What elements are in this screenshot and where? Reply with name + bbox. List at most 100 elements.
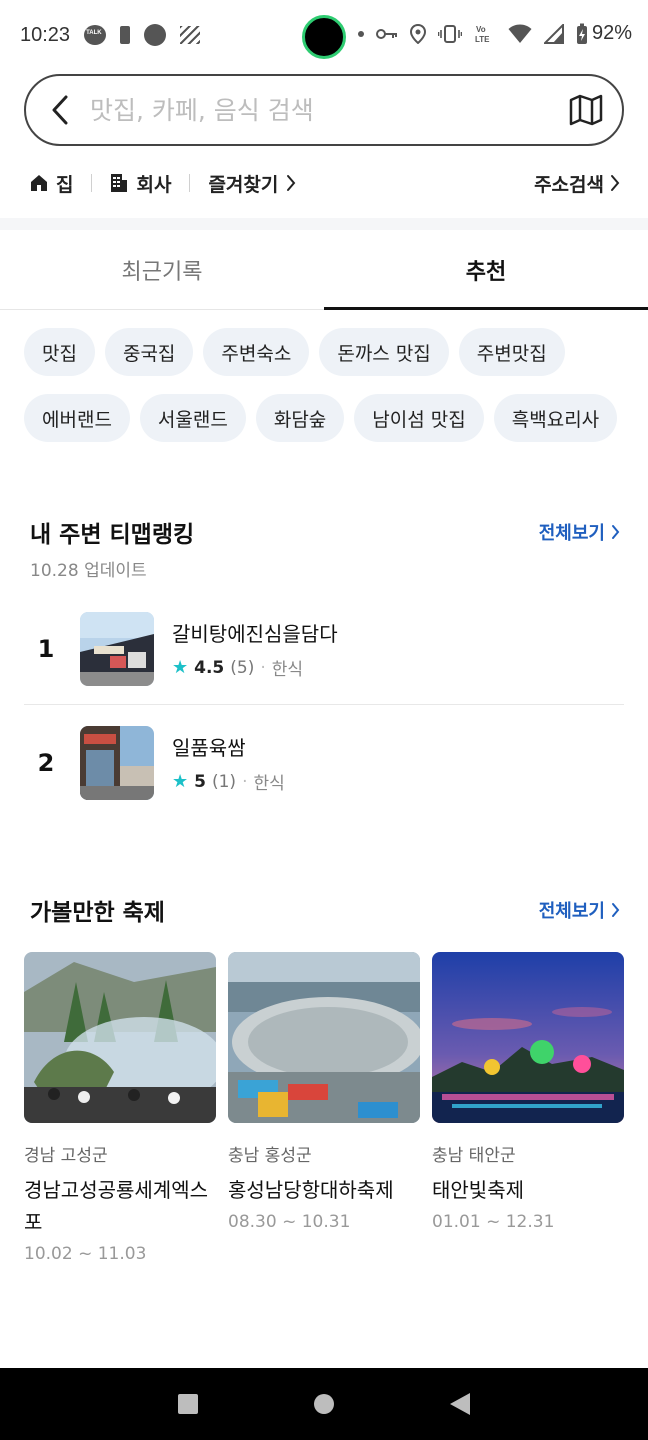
chevron-right-icon: [612, 903, 620, 917]
chevron-left-icon: [52, 95, 68, 125]
rating-value: 5: [194, 771, 206, 792]
star-icon: ★: [172, 771, 189, 792]
favorites-link[interactable]: 즐겨찾기: [208, 170, 296, 197]
chevron-right-icon: [611, 175, 620, 191]
restaurant-thumbnail: [80, 726, 154, 800]
search-input[interactable]: [90, 95, 568, 125]
vibrate-icon: [437, 24, 462, 43]
work-shortcut[interactable]: 회사: [110, 170, 171, 197]
notification-circle-icon: [144, 24, 167, 46]
recent-apps-button[interactable]: [168, 1384, 208, 1424]
status-time: 10:23: [20, 23, 71, 46]
tab-bar: 최근기록 추천: [0, 230, 648, 310]
festival-card[interactable]: 충남 태안군 태안빛축제 01.01 ~ 12.31: [432, 952, 624, 1232]
see-all-label: 전체보기: [538, 901, 605, 922]
keyword-chip[interactable]: 중국집: [104, 328, 194, 376]
festival-region: 충남 홍성군: [228, 1146, 312, 1166]
system-navigation-bar: [0, 1368, 648, 1440]
svg-text:LTE: LTE: [475, 35, 490, 44]
restaurant-name: 갈비탕에진심을담다: [172, 622, 338, 646]
wifi-icon: [508, 24, 532, 43]
festival-image: [24, 952, 216, 1123]
tab-recent[interactable]: 최근기록: [0, 230, 324, 309]
keyword-chip[interactable]: 서울랜드: [139, 394, 246, 442]
square-icon: [178, 1394, 198, 1414]
status-bar: 10:23 VoLTE 92%: [0, 0, 648, 70]
volte-icon: VoLTE: [475, 25, 490, 44]
map-button[interactable]: [568, 92, 604, 128]
restaurant-category: 한식: [253, 774, 285, 794]
ranking-see-all-link[interactable]: 전체보기: [539, 519, 620, 545]
no-signal-icon: [180, 26, 201, 44]
keyword-chip[interactable]: 맛집: [24, 328, 95, 376]
work-label: 회사: [136, 173, 172, 196]
separator: [91, 174, 93, 192]
rating-value: 4.5: [194, 657, 225, 678]
home-icon: [31, 175, 47, 191]
rank-number: 2: [37, 749, 55, 777]
festival-card[interactable]: 경남 고성군 경남고성공룡세계엑스포 10.02 ~ 11.03: [24, 952, 216, 1264]
festival-dates: 08.30 ~ 10.31: [228, 1212, 351, 1232]
building-icon: [111, 174, 128, 192]
svg-text:Vo: Vo: [476, 25, 486, 34]
see-all-label: 전체보기: [538, 523, 605, 544]
list-divider: [24, 704, 624, 705]
review-count: (1): [211, 771, 237, 792]
battery-saver-icon: [120, 26, 131, 44]
festival-name: 태안빛축제: [432, 1178, 524, 1202]
keyword-chip[interactable]: 돈까스 맛집: [319, 328, 449, 376]
keyword-chip[interactable]: 주변숙소: [203, 328, 310, 376]
festival-image: [228, 952, 420, 1123]
chevron-right-icon: [287, 175, 296, 191]
review-count: (5): [230, 657, 255, 678]
ranking-title: 내 주변 티맵랭킹: [30, 522, 195, 548]
ranking-item[interactable]: 1 갈비탕에진심을담다 ★ 4.5 (5) · 한식: [24, 603, 624, 695]
rank-number: 1: [37, 635, 55, 663]
key-icon: [375, 28, 397, 39]
keyword-chips-row-2: 에버랜드 서울랜드 화담숲 남이섬 맛집 흑백요리사: [24, 394, 648, 442]
festival-dates: 10.02 ~ 11.03: [24, 1244, 147, 1264]
keyword-chip[interactable]: 남이섬 맛집: [354, 394, 484, 442]
festival-card[interactable]: 충남 홍성군 홍성남당항대하축제 08.30 ~ 10.31: [228, 952, 420, 1232]
festivals-title: 가볼만한 축제: [30, 900, 165, 926]
festival-region: 충남 태안군: [432, 1146, 516, 1166]
ranking-update-date: 10.28 업데이트: [30, 561, 147, 581]
festival-dates: 01.01 ~ 12.31: [432, 1212, 555, 1232]
search-bar[interactable]: [24, 74, 624, 146]
home-shortcut[interactable]: 집: [30, 170, 73, 197]
festival-region: 경남 고성군: [24, 1146, 108, 1166]
quick-links: 집 회사 즐겨찾기 주소검색: [30, 164, 620, 202]
meta-separator: ·: [260, 657, 266, 678]
kakaotalk-icon: [84, 25, 107, 45]
restaurant-category: 한식: [271, 660, 304, 680]
keyword-chips-row-1: 맛집 중국집 주변숙소 돈까스 맛집 주변맛집: [24, 328, 565, 376]
chevron-right-icon: [612, 525, 620, 539]
battery-percent: 92%: [591, 22, 632, 44]
location-icon: [409, 23, 426, 44]
keyword-chip[interactable]: 에버랜드: [24, 394, 130, 442]
star-icon: ★: [172, 657, 189, 678]
map-icon: [569, 94, 603, 126]
keyword-chip[interactable]: 화담숲: [255, 394, 345, 442]
ranking-item[interactable]: 2 일품육쌈 ★ 5 (1) · 한식: [24, 717, 624, 809]
cell-signal-icon: [543, 23, 564, 44]
separator: [189, 174, 191, 192]
back-nav-button[interactable]: [440, 1384, 480, 1424]
home-button[interactable]: [304, 1384, 344, 1424]
tab-recommended[interactable]: 추천: [324, 230, 648, 310]
festival-name: 경남고성공룡세계엑스포: [24, 1178, 208, 1234]
triangle-back-icon: [450, 1393, 470, 1415]
festivals-see-all-link[interactable]: 전체보기: [539, 897, 620, 923]
meta-separator: ·: [242, 771, 248, 792]
keyword-chip[interactable]: 흑백요리사: [493, 394, 618, 442]
notification-dot-icon: [357, 30, 364, 37]
front-camera: [302, 15, 346, 59]
back-button[interactable]: [50, 95, 74, 125]
festival-name: 홍성남당항대하축제: [228, 1178, 394, 1202]
address-search-label: 주소검색: [534, 173, 604, 196]
circle-icon: [314, 1394, 334, 1414]
address-search-link[interactable]: 주소검색: [534, 170, 620, 197]
home-label: 집: [56, 173, 74, 196]
battery-charging-icon: [576, 23, 587, 44]
keyword-chip[interactable]: 주변맛집: [458, 328, 565, 376]
